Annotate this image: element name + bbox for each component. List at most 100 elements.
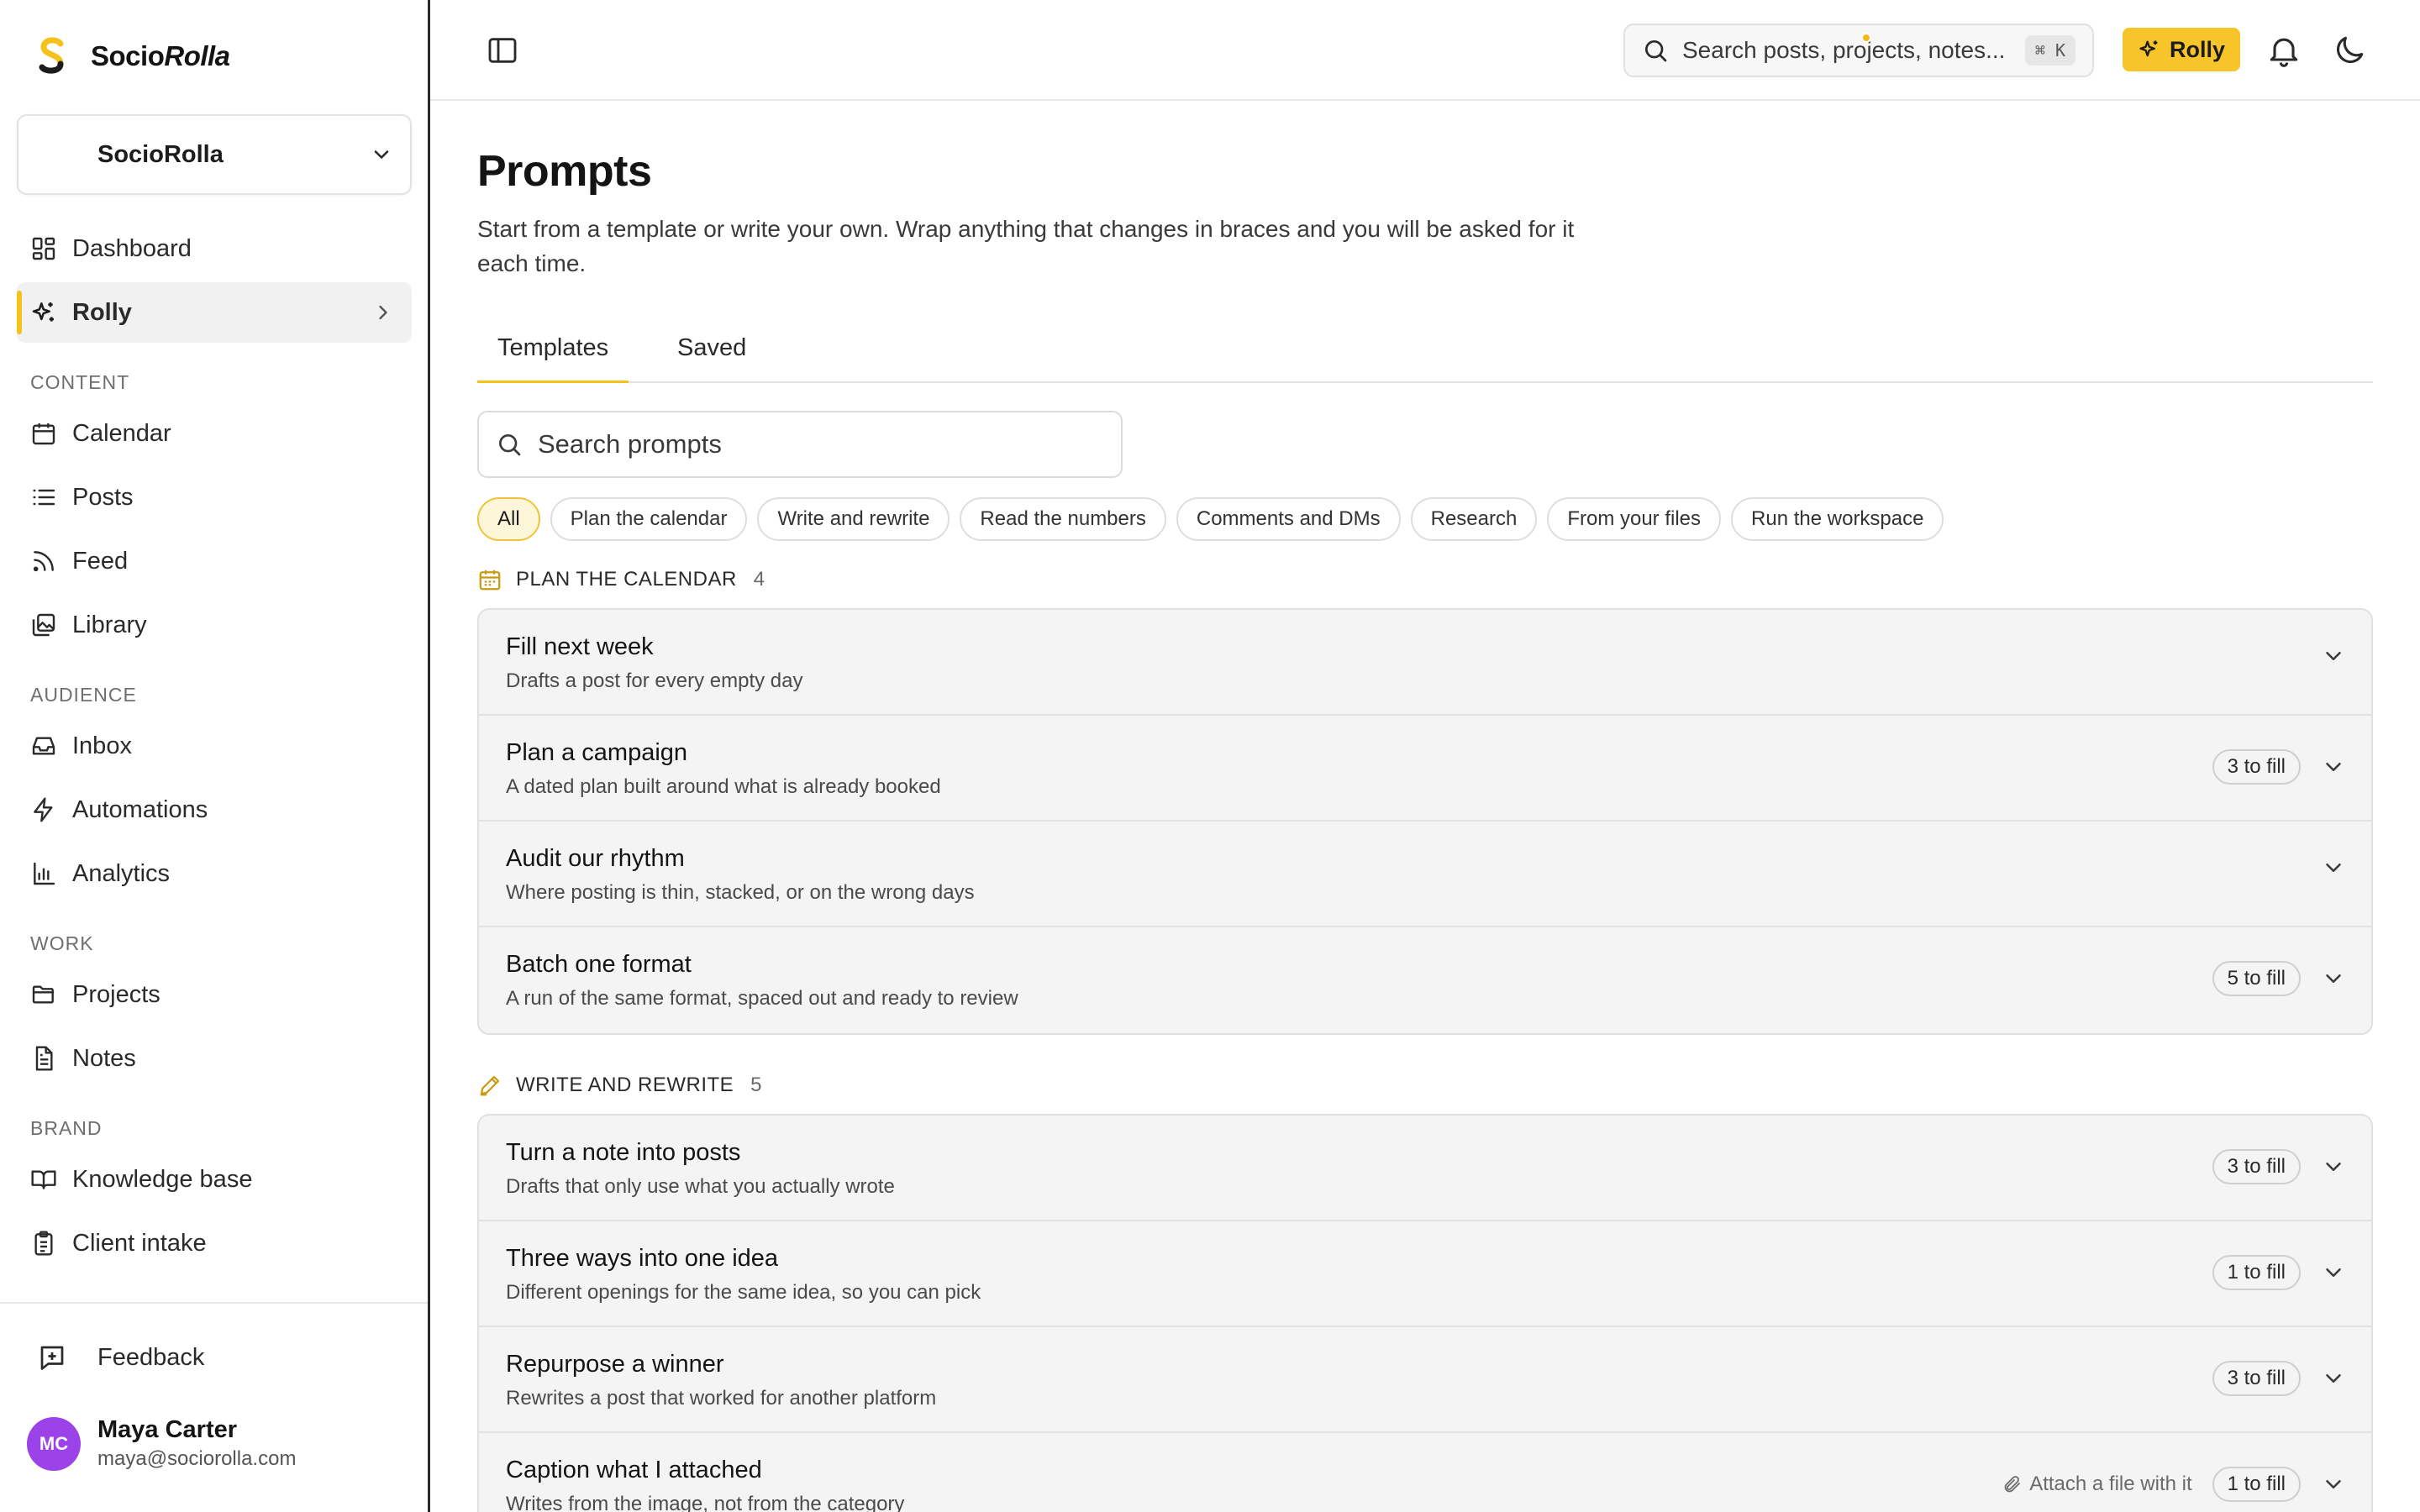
bell-icon[interactable] [2265,32,2302,69]
book-open-icon [31,1170,56,1189]
filter-chip-write-and-rewrite[interactable]: Write and rewrite [757,497,950,541]
section-label-audience: AUDIENCE [30,684,137,706]
section-label-brand: BRAND [30,1117,103,1139]
sidebar-item-label: Notes [72,1044,136,1072]
sidebar-item-calendar[interactable]: Calendar [17,403,412,464]
prompt-row[interactable]: Three ways into one idea Different openi… [479,1221,2371,1327]
prompt-row[interactable]: Audit our rhythm Where posting is thin, … [479,822,2371,927]
prompt-row[interactable]: Plan a campaign A dated plan built aroun… [479,716,2371,822]
prompt-description: Where posting is thin, stacked, or on th… [506,881,975,904]
chevron-down-icon[interactable] [2321,1260,2346,1285]
filter-chip-from-your-files[interactable]: From your files [1547,497,1722,541]
attach-hint: Attach a file with it [2002,1473,2192,1496]
prompt-row[interactable]: Batch one format A run of the same forma… [479,927,2371,1033]
group-header-write-and-rewrite: WRITE AND REWRITE 5 [477,1073,762,1098]
filter-chip-all[interactable]: All [477,497,540,541]
sidebar: SocioRolla SocioRolla Dashboard Rolly CO… [0,0,430,1512]
search-icon [1645,40,1667,62]
prompt-title: Three ways into one idea [506,1245,779,1272]
chevron-down-icon[interactable] [2321,1366,2346,1391]
sidebar-item-label: Feed [72,547,129,575]
brand-name: SocioRolla [91,40,230,71]
bar-chart-icon [34,862,55,885]
user-name: Maya Carter [97,1416,238,1443]
prompt-title: Repurpose a winner [506,1351,724,1378]
chevron-down-icon[interactable] [2321,754,2346,780]
page-title: Prompts [477,147,652,196]
workspace-selector[interactable]: SocioRolla [17,114,412,195]
sidebar-item-label: Library [72,611,147,638]
feedback-button[interactable]: Feedback [37,1331,204,1384]
brand[interactable]: SocioRolla [32,34,230,79]
group-count: 5 [750,1074,763,1096]
sparkles-icon [2139,40,2158,57]
prompt-title: Turn a note into posts [506,1139,741,1166]
chevron-down-icon[interactable] [2321,643,2346,669]
sidebar-item-rolly[interactable]: Rolly [17,282,412,343]
sidebar-item-label: Inbox [72,732,132,759]
prompt-row[interactable]: Repurpose a winner Rewrites a post that … [479,1327,2371,1433]
filter-chip-read-the-numbers[interactable]: Read the numbers [960,497,1166,541]
sidebar-item-library[interactable]: Library [17,595,412,655]
clipboard-icon [34,1231,53,1256]
prompt-description: Drafts a post for every empty day [506,669,803,692]
feedback-label: Feedback [97,1343,205,1371]
sidebar-item-feed[interactable]: Feed [17,531,412,591]
filter-chip-run-the-workspace[interactable]: Run the workspace [1731,497,1944,541]
filter-chips: All Plan the calendar Write and rewrite … [477,497,1944,541]
lightning-icon [34,797,53,822]
sidebar-item-posts[interactable]: Posts [17,467,412,528]
dashboard-icon [32,237,55,260]
rolly-button[interactable]: Rolly [2123,28,2240,71]
prompt-row[interactable]: Fill next week Drafts a post for every e… [479,610,2371,716]
group-title: PLAN THE CALENDAR [516,568,737,591]
chevron-down-icon[interactable] [2321,1154,2346,1179]
tab-saved[interactable]: Saved [657,334,766,383]
sidebar-item-label: Rolly [72,298,132,326]
chevron-down-icon[interactable] [2321,1472,2346,1497]
fill-count-badge: 3 to fill [2212,1361,2301,1396]
sidebar-item-analytics[interactable]: Analytics [17,843,412,904]
prompt-row[interactable]: Turn a note into posts Drafts that only … [479,1116,2371,1221]
prompt-search-placeholder: Search prompts [538,429,722,459]
filter-chip-research[interactable]: Research [1410,497,1538,541]
sidebar-item-label: Knowledge base [72,1165,253,1193]
top-bar: Search posts, projects, notes... ⌘ K Rol… [430,0,2420,101]
sidebar-item-inbox[interactable]: Inbox [17,716,412,776]
sidebar-item-dashboard[interactable]: Dashboard [17,218,412,279]
user-profile[interactable]: MC Maya Carter maya@sociorolla.com [27,1416,296,1471]
sparkles-icon [32,302,54,322]
fill-count-badge: 1 to fill [2212,1467,2301,1502]
rss-icon [33,551,54,572]
sidebar-item-label: Posts [72,483,134,511]
moon-icon[interactable] [2331,32,2368,69]
avatar: MC [27,1416,81,1471]
section-label-content: CONTENT [30,371,130,393]
keyboard-shortcut: ⌘ K [2024,35,2075,66]
prompt-search-input[interactable]: Search prompts [477,411,1123,478]
prompt-row[interactable]: Caption what I attached Writes from the … [479,1433,2371,1512]
sidebar-item-notes[interactable]: Notes [17,1028,412,1089]
sidebar-item-label: Analytics [72,859,171,887]
sidebar-item-projects[interactable]: Projects [17,964,412,1025]
section-label-work: WORK [30,932,94,954]
file-text-icon [35,1046,53,1071]
fill-count-badge: 1 to fill [2212,1255,2301,1290]
folder-icon [32,985,54,1004]
filter-chip-comments-and-dms[interactable]: Comments and DMs [1176,497,1401,541]
message-plus-icon [40,1346,64,1370]
sidebar-toggle-icon[interactable] [486,34,519,67]
sidebar-item-client-intake[interactable]: Client intake [17,1213,412,1273]
prompt-description: Rewrites a post that worked for another … [506,1387,937,1410]
attach-hint-label: Attach a file with it [2029,1473,2192,1495]
global-search-input[interactable]: Search posts, projects, notes... ⌘ K [1623,24,2094,77]
chevron-down-icon[interactable] [2321,966,2346,991]
user-email: maya@sociorolla.com [97,1447,297,1470]
filter-chip-plan-the-calendar[interactable]: Plan the calendar [550,497,748,541]
chevron-down-icon[interactable] [2321,855,2346,880]
sidebar-item-automations[interactable]: Automations [17,780,412,840]
calendar-icon [32,423,55,445]
inbox-icon [32,737,55,755]
tab-templates[interactable]: Templates [477,334,629,383]
sidebar-item-knowledge-base[interactable]: Knowledge base [17,1149,412,1210]
